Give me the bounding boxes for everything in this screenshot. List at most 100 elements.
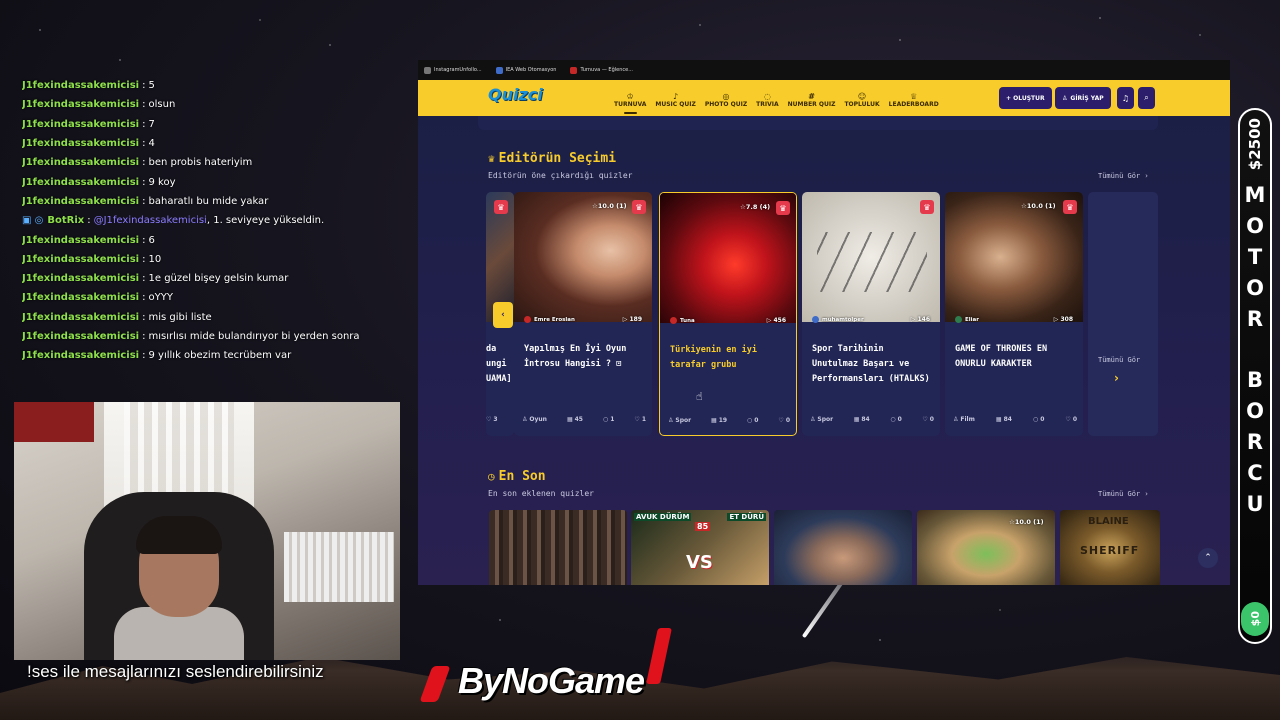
chat-text: 9 koy [148,176,176,188]
chat-text: , 1. seviyeye yükseldin. [206,215,325,227]
quiz-title: Yapılmış En İyi Oyun İntrosu Hangisi ? ⊡ [524,344,627,369]
bookmark-turnuva[interactable]: Turnuva — Eğlence... [570,66,633,74]
question-icon: ♡ 3 [486,416,498,423]
heart-icon: ♡ 1 [634,416,646,423]
nav-item-turnuva[interactable]: ♔ TURNUVA [614,80,646,116]
see-all-card-label[interactable]: Tümünü Gör [1098,356,1140,364]
nav-item-leaderboard[interactable]: ♕ LEADERBOARD [889,80,939,116]
quiz-card[interactable]: ☆10.0 (1) ♛ Eliar ▷ 308 GAME OF THRONES … [945,192,1083,436]
carousel-prev-button[interactable]: ‹ [493,302,513,328]
rating-badge: ☆10.0 (1) [1021,202,1056,210]
crown-icon: ♛ [494,200,508,214]
chat-username: J1fexindassakemicisi [22,157,140,169]
chat-username: J1fexindassakemicisi [22,138,140,150]
chat-text: ben probis hateriyim [148,157,253,169]
latest-quiz-thumb[interactable] [489,510,627,585]
latest-quiz-thumb[interactable] [774,510,912,585]
questions-icon: ▦ 84 [995,416,1012,423]
comment-icon: ○ 0 [1032,416,1045,423]
rating-badge: ☆7.8 (4) [740,203,771,211]
chat-text: mis gibi liste [148,311,212,323]
latest-subtitle: En son eklenen quizler [488,489,594,498]
quiz-stats: ♙ Film ▦ 84 ○ 0 ♡ 0 [953,416,1077,423]
avatar [524,316,531,323]
nav-item-trivia[interactable]: ◌ TRIVIA [756,80,778,116]
editors-pick-subtitle: Editörün öne çıkardığı quizler [488,171,633,180]
latest-quiz-thumb[interactable]: BLAINE SHERIFF [1060,510,1160,585]
nav-item-music-quiz[interactable]: ♪ MUSIC QUIZ [655,80,695,116]
bynogame-logo: ByNoGame [419,620,680,710]
editors-see-all-link[interactable]: Tümünü Gör › [1098,172,1149,180]
chat-message: J1fexindassakemicisi:5 [22,80,155,92]
create-button[interactable]: + OLUŞTUR [999,87,1052,109]
category-icon: ♙ Spor [810,416,834,423]
community-icon: ☺ [857,92,867,101]
see-all-card[interactable] [1088,192,1158,436]
camera-icon: ◎ [722,92,730,101]
nav-item-topluluk[interactable]: ☺ TOPLULUK [844,80,879,116]
trophy-icon: ♔ [626,92,634,101]
comment-icon: ○ 1 [602,416,615,423]
chat-message: J1fexindassakemicisi: baharatlı bu mide y… [22,195,269,207]
site-navbar: Quizci ♔ TURNUVA ♪ MUSIC QUIZ ◎ PHOTO QUIZ … [418,80,1230,116]
site-logo[interactable]: Quizci [488,85,543,104]
bookmarks-bar: InstagramUnfollo... IEA Web Otomasyon Tu… [418,60,1230,80]
crown-icon: ♛ [920,200,934,214]
browser-window: InstagramUnfollo... IEA Web Otomasyon Tu… [418,60,1230,585]
chat-message: J1fexindassakemicisi:1e güzel bişey gels… [22,273,289,285]
clock-icon: ◷ [488,470,495,483]
rating-badge: ☆10.0 (1) [1009,518,1044,526]
questions-icon: ▦ 84 [853,416,870,423]
comment-icon: ○ 0 [747,417,759,424]
chat-text: olsun [148,99,176,111]
search-icon[interactable]: ⌕ [1138,87,1155,109]
quiz-card-hovered[interactable]: ☆7.8 (4) ♛ Tuna ▷ 456 Türkiyenin en iyi … [659,192,797,436]
quiz-card[interactable]: ♛ muhamtolper ▷ 146 Spor Tarihinin Unutu… [802,192,940,436]
notification-icon[interactable]: ♫ [1117,87,1134,109]
heart-icon: ♡ 0 [922,416,934,423]
latest-quiz-thumb[interactable]: ☆10.0 (1) [917,510,1055,585]
crown-icon: ♛ [776,201,790,215]
bookmark-iea[interactable]: IEA Web Otomasyon [495,66,556,74]
scroll-to-top-button[interactable]: ⌃ [1198,548,1218,568]
play-count: ▷ 456 [766,317,786,324]
chat-text: mısırlısı mide bulandırıyor bi yerden so… [148,331,360,342]
quiz-author: Emre Eroslan [524,316,575,323]
nav-menu: ♔ TURNUVA ♪ MUSIC QUIZ ◎ PHOTO QUIZ ◌ TRIVIA… [614,80,939,116]
nav-item-photo-quiz[interactable]: ◎ PHOTO QUIZ [705,80,747,116]
chat-username: J1fexindassakemicisi [22,195,140,207]
quiz-title: Spor Tarihinin Unutulmaz Başarı ve Perfo… [812,344,930,384]
donation-goal-banner: $2500 M O T O R B O R C U $0 [1238,108,1272,644]
questions-icon: ▦ 19 [711,417,728,424]
chat-message: J1fexindassakemicisi: ben probis hateriyi… [22,157,253,169]
crown-icon: ♛ [488,152,495,165]
crown-icon: ♛ [632,200,646,214]
login-button[interactable]: ♙ GİRİŞ YAP [1055,87,1111,109]
webcam-feed [14,402,400,660]
carousel-next-button[interactable]: › [1114,371,1119,385]
chat-message: J1fexindassakemicisi: mısırlısı mide bula… [22,331,360,342]
latest-quiz-thumb[interactable]: AVUK DÜRÜM ET DÜRÜ 85 VS [631,510,769,585]
nav-item-number-quiz[interactable]: # NUMBER QUIZ [788,80,836,116]
crown-icon: ♛ [1063,200,1077,214]
chat-text: 4 [148,138,155,150]
quiz-author: Eliar [955,316,979,323]
latest-see-all-link[interactable]: Tümünü Gör › [1098,490,1149,498]
category-icon: ♙ Oyun [522,416,547,423]
bookmark-instagram[interactable]: InstagramUnfollo... [424,66,482,74]
play-count: ▷ 146 [910,316,930,323]
chat-username: J1fexindassakemicisi [22,118,140,130]
chat-text: 6 [148,234,155,246]
goal-amount: $2500 [1246,118,1264,171]
chat-message: J1fexindassakemicisi: olsun [22,99,176,111]
medal-icon: ♕ [910,92,918,101]
main-content: ♛ Editörün Seçimi Editörün öne çıkardığı … [418,116,1230,585]
chat-username: J1fexindassakemicisi [22,99,140,111]
heart-icon: ♡ 0 [778,417,790,424]
chat-username: J1fexindassakemicisi [22,273,140,285]
quiz-card[interactable]: ☆10.0 (1) ♛ Emre Eroslan ▷ 189 Yapılmış … [514,192,652,436]
chat-username: J1fexindassakemicisi [22,80,140,92]
editors-pick-title: ♛ Editörün Seçimi [488,151,617,166]
chat-message: J1fexindassakemicisi:9 yıllık obezim tec… [22,350,292,362]
chat-message-bot: ▣ ◎ BotRix: @J1fexindassakemicisi, 1. sevi… [22,215,325,227]
